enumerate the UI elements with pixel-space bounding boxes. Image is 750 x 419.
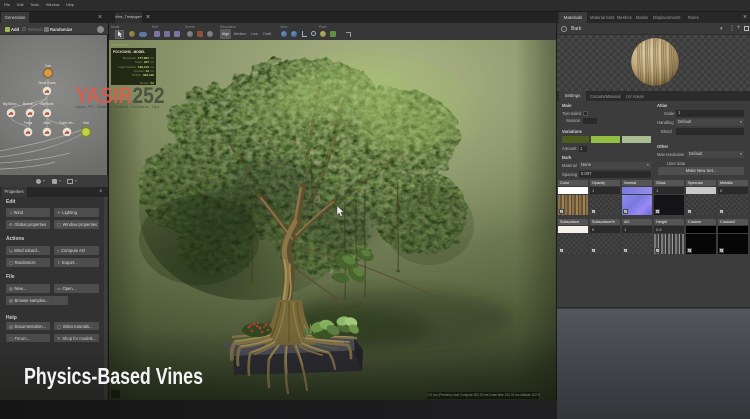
svg-text:Big Branc...: Big Branc... bbox=[3, 102, 20, 106]
svg-text:Main: Main bbox=[44, 121, 51, 125]
svg-text:Vine: Vine bbox=[83, 121, 90, 125]
svg-text:Small Roots: Small Roots bbox=[38, 81, 56, 85]
svg-text:Twigs: Twigs bbox=[24, 121, 33, 125]
svg-text:BigRoots: BigRoots bbox=[41, 102, 54, 106]
svg-text:Branch_L: Branch_L bbox=[23, 102, 37, 106]
svg-text:Tree: Tree bbox=[45, 64, 52, 68]
svg-text:Trunk Vin...: Trunk Vin... bbox=[59, 121, 75, 125]
